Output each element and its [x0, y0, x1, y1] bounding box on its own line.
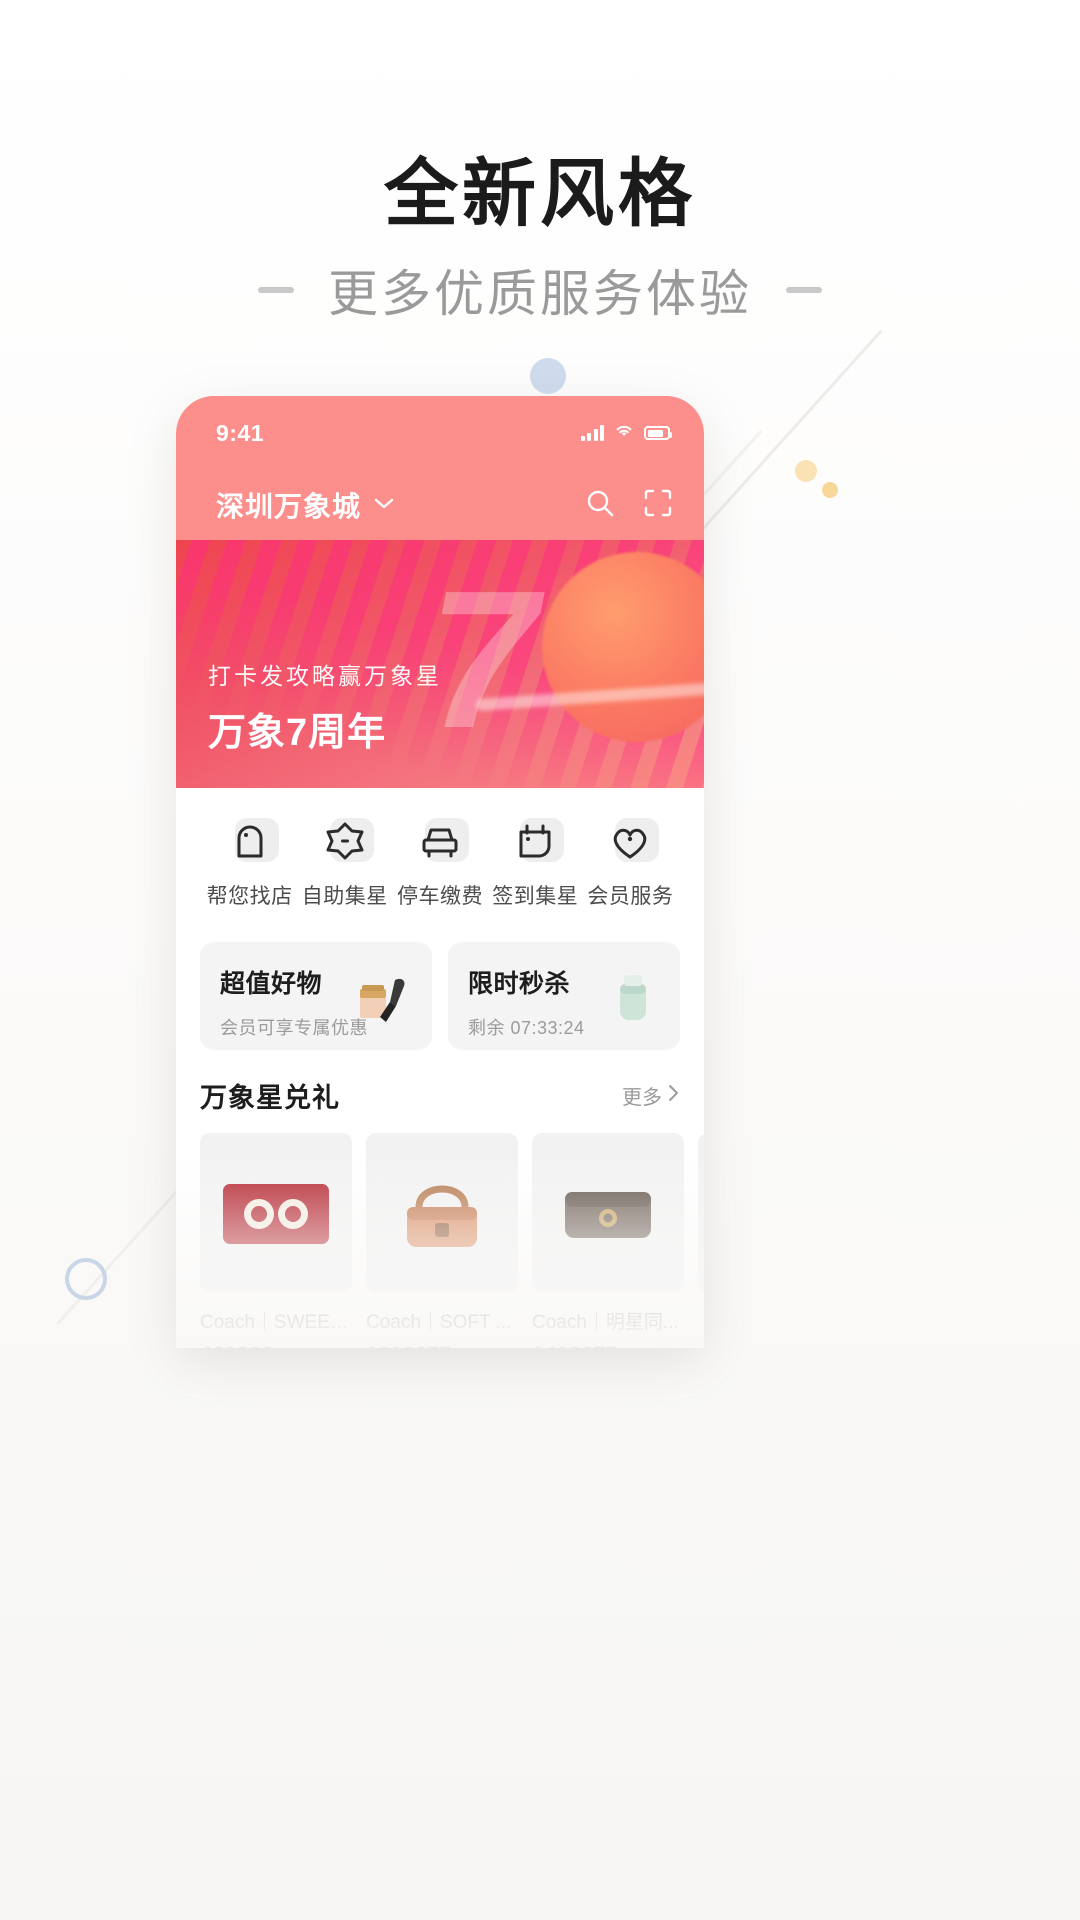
reward-price: 1413677 万象星	[532, 1342, 684, 1348]
banner-subtitle: 打卡发攻略赢万象星	[208, 663, 442, 689]
banner-title: 万象7周年	[208, 712, 387, 754]
dash-left	[258, 287, 294, 293]
cosmetics-icon	[352, 964, 418, 1030]
decorative-line	[679, 330, 883, 555]
rewards-more-link[interactable]: 更多	[622, 1081, 680, 1110]
reward-thumbnail	[532, 1133, 684, 1293]
reward-price-unit: 万象星	[277, 1347, 328, 1348]
reward-name: Coach｜SWEETIE	[200, 1312, 352, 1333]
banner-text-block: 打卡发攻略赢万象星 万象7周年	[208, 657, 442, 756]
reward-name: Coach｜SOFT ...	[366, 1312, 512, 1333]
rewards-title: 万象星兑礼	[200, 1083, 340, 1113]
rewards-section: 万象星兑礼 更多 Coach｜SWEETIE Coach｜SOFT ... Co…	[176, 1050, 704, 1348]
status-icons	[580, 423, 672, 443]
chevron-down-icon	[373, 496, 395, 515]
reward-price: 1213677 万象星	[366, 1342, 518, 1348]
reward-thumbnail	[366, 1133, 518, 1293]
reward-price-unit: 万象星	[622, 1347, 673, 1348]
star-burst-icon	[320, 816, 374, 866]
battery-icon	[644, 426, 672, 440]
quick-action-label: 帮您找店	[206, 885, 293, 908]
status-bar: 9:41	[176, 396, 704, 470]
reward-name: Coach｜明星同...	[532, 1312, 679, 1333]
wifi-icon	[614, 423, 634, 443]
rewards-header: 万象星兑礼 更多	[200, 1076, 680, 1115]
quick-action-label: 签到集星	[492, 885, 579, 908]
quick-action-checkin[interactable]: 签到集星	[488, 816, 583, 910]
reward-price-value: 1413677	[532, 1342, 618, 1348]
app-navbar: 深圳万象城	[176, 470, 704, 540]
reward-thumbnail	[698, 1133, 704, 1293]
reward-price-value: 1213677	[366, 1342, 452, 1348]
decorative-dot-yellow	[795, 460, 817, 482]
reward-price-unit: 万象星	[456, 1347, 507, 1348]
signal-bars-icon	[580, 425, 604, 441]
location-selector[interactable]: 深圳万象城	[216, 485, 395, 525]
heart-icon	[605, 816, 660, 866]
reward-price-value: 400000	[200, 1342, 273, 1348]
decorative-dot-blue	[530, 358, 566, 394]
dash-right	[786, 287, 822, 293]
quick-action-collect-star[interactable]: 自助集星	[297, 816, 392, 910]
page-headline: 全新风格	[384, 152, 696, 235]
nav-actions	[584, 487, 674, 524]
reward-card[interactable]: Coach｜SOFT ... 1213677 万象星	[366, 1133, 518, 1348]
rewards-list: Coach｜SWEETIE 400000万象星 Coach	[200, 1133, 704, 1348]
location-name: 深圳万象城	[216, 491, 362, 522]
phone-mockup: 9:41 深圳万象城 7 打卡发攻略赢万象星 万象7周年 帮您找店 自助集星 停…	[176, 396, 704, 1348]
quick-action-parking[interactable]: 停车缴费	[392, 816, 487, 910]
calendar-icon	[510, 816, 565, 866]
rewards-more-label: 更多	[622, 1087, 662, 1109]
quick-action-find-store[interactable]: 帮您找店	[202, 816, 297, 910]
page-subtitle-row: 更多优质服务体验	[0, 254, 1080, 326]
promo-card-value-goods[interactable]: 超值好物 会员可享专属优惠	[200, 942, 432, 1050]
quick-action-label: 会员服务	[587, 885, 674, 908]
promo-cards-row: 超值好物 会员可享专属优惠 限时秒杀 剩余 07:33:24	[176, 936, 704, 1050]
bottle-icon	[600, 964, 666, 1030]
decorative-ring	[65, 1258, 107, 1300]
scan-icon[interactable]	[642, 487, 674, 524]
banner-big-number: 7	[428, 550, 537, 769]
reward-price: 400000 万象星	[200, 1342, 352, 1348]
promo-card-flash-sale[interactable]: 限时秒杀 剩余 07:33:24	[448, 942, 680, 1050]
reward-card[interactable]: Coach｜明星同... 1413677 万象星	[532, 1133, 684, 1348]
status-clock: 9:41	[216, 419, 265, 446]
reward-thumbnail	[200, 1133, 352, 1293]
page-subtitle: 更多优质服务体验	[328, 266, 752, 322]
car-icon	[415, 816, 469, 866]
quick-action-label: 停车缴费	[397, 885, 483, 908]
promo-page: 全新风格 更多优质服务体验 9:41 深圳万象城 7 打卡发攻略赢万象星 万象7…	[0, 0, 1080, 1920]
quick-actions-row: 帮您找店 自助集星 停车缴费 签到集星 会员服务	[176, 788, 704, 936]
reward-card[interactable]: Coach｜SWEETIE 400000 万象星	[200, 1133, 352, 1348]
chevron-right-icon	[668, 1084, 680, 1108]
reward-card-partial[interactable]	[698, 1133, 704, 1348]
search-icon[interactable]	[584, 487, 616, 524]
decorative-dot-yellow	[822, 482, 838, 498]
store-tag-icon	[225, 816, 279, 866]
anniversary-banner[interactable]: 7 打卡发攻略赢万象星 万象7周年	[176, 540, 704, 788]
quick-action-member-service[interactable]: 会员服务	[583, 816, 678, 910]
quick-action-label: 自助集星	[301, 885, 388, 908]
